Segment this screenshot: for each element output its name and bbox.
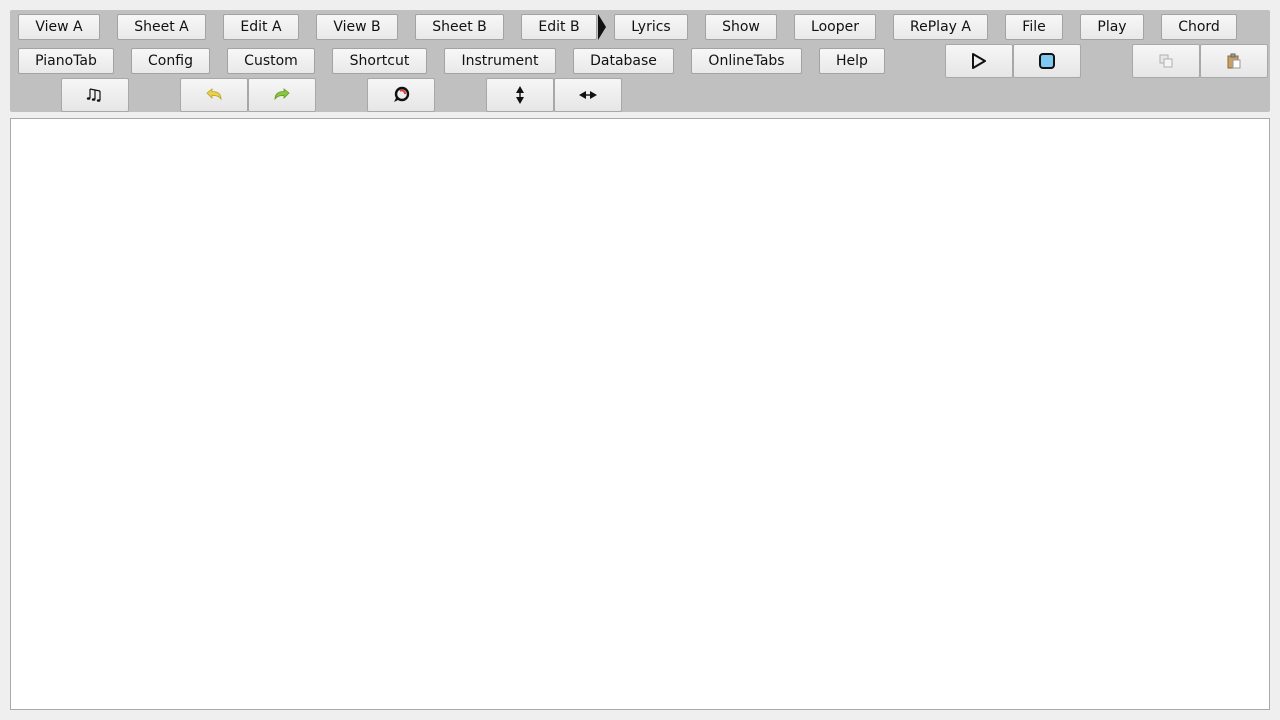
- stop-icon: [1039, 53, 1055, 69]
- tab-replay-a[interactable]: RePlay A: [893, 14, 988, 40]
- tab-edit-b[interactable]: Edit B: [521, 14, 597, 40]
- main-toolbar: View A Sheet A Edit A View B Sheet B Edi…: [10, 10, 1270, 112]
- tab-help[interactable]: Help: [819, 48, 885, 74]
- expand-horizontal-button[interactable]: [554, 78, 622, 112]
- paste-button[interactable]: [1200, 44, 1268, 78]
- tab-shortcut[interactable]: Shortcut: [332, 48, 427, 74]
- notes-button[interactable]: [61, 78, 129, 112]
- tab-sheet-b[interactable]: Sheet B: [415, 14, 504, 40]
- tab-onlinetabs[interactable]: OnlineTabs: [691, 48, 802, 74]
- redo-icon: [274, 88, 290, 101]
- redo-button[interactable]: [248, 78, 316, 112]
- tab-config[interactable]: Config: [131, 48, 210, 74]
- tab-sheet-a[interactable]: Sheet A: [117, 14, 206, 40]
- tab-view-b[interactable]: View B: [316, 14, 398, 40]
- tab-instrument[interactable]: Instrument: [444, 48, 556, 74]
- tab-pianotab[interactable]: PianoTab: [18, 48, 114, 74]
- tab-play[interactable]: Play: [1080, 14, 1144, 40]
- sheet-workspace[interactable]: [10, 118, 1270, 710]
- vertical-arrows-icon: [516, 86, 524, 104]
- undo-icon: [206, 88, 222, 101]
- tab-lyrics[interactable]: Lyrics: [614, 14, 688, 40]
- expand-vertical-button[interactable]: [486, 78, 554, 112]
- undo-button[interactable]: [180, 78, 248, 112]
- tab-scroll-arrow-icon[interactable]: [597, 13, 607, 41]
- tab-show[interactable]: Show: [705, 14, 777, 40]
- tab-file[interactable]: File: [1005, 14, 1063, 40]
- copy-button[interactable]: [1132, 44, 1200, 78]
- tab-looper[interactable]: Looper: [794, 14, 876, 40]
- tab-chord[interactable]: Chord: [1161, 14, 1237, 40]
- loop-button[interactable]: [367, 78, 435, 112]
- play-button[interactable]: [945, 44, 1013, 78]
- stop-button[interactable]: [1013, 44, 1081, 78]
- copy-icon: [1159, 54, 1173, 68]
- play-icon: [972, 53, 986, 69]
- tab-edit-a[interactable]: Edit A: [223, 14, 299, 40]
- notes-icon: [86, 88, 101, 102]
- horizontal-arrows-icon: [579, 91, 597, 99]
- tab-view-a[interactable]: View A: [18, 14, 100, 40]
- paste-icon: [1227, 53, 1241, 69]
- loop-icon: [394, 86, 410, 102]
- tab-database[interactable]: Database: [573, 48, 674, 74]
- tab-custom[interactable]: Custom: [227, 48, 315, 74]
